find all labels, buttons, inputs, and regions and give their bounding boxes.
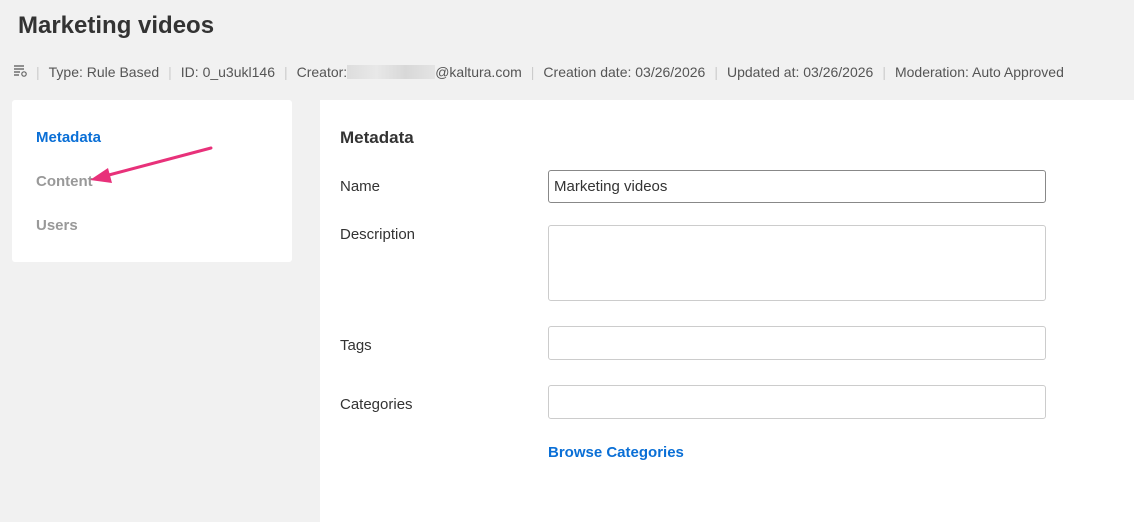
annotation-arrow <box>90 146 213 183</box>
